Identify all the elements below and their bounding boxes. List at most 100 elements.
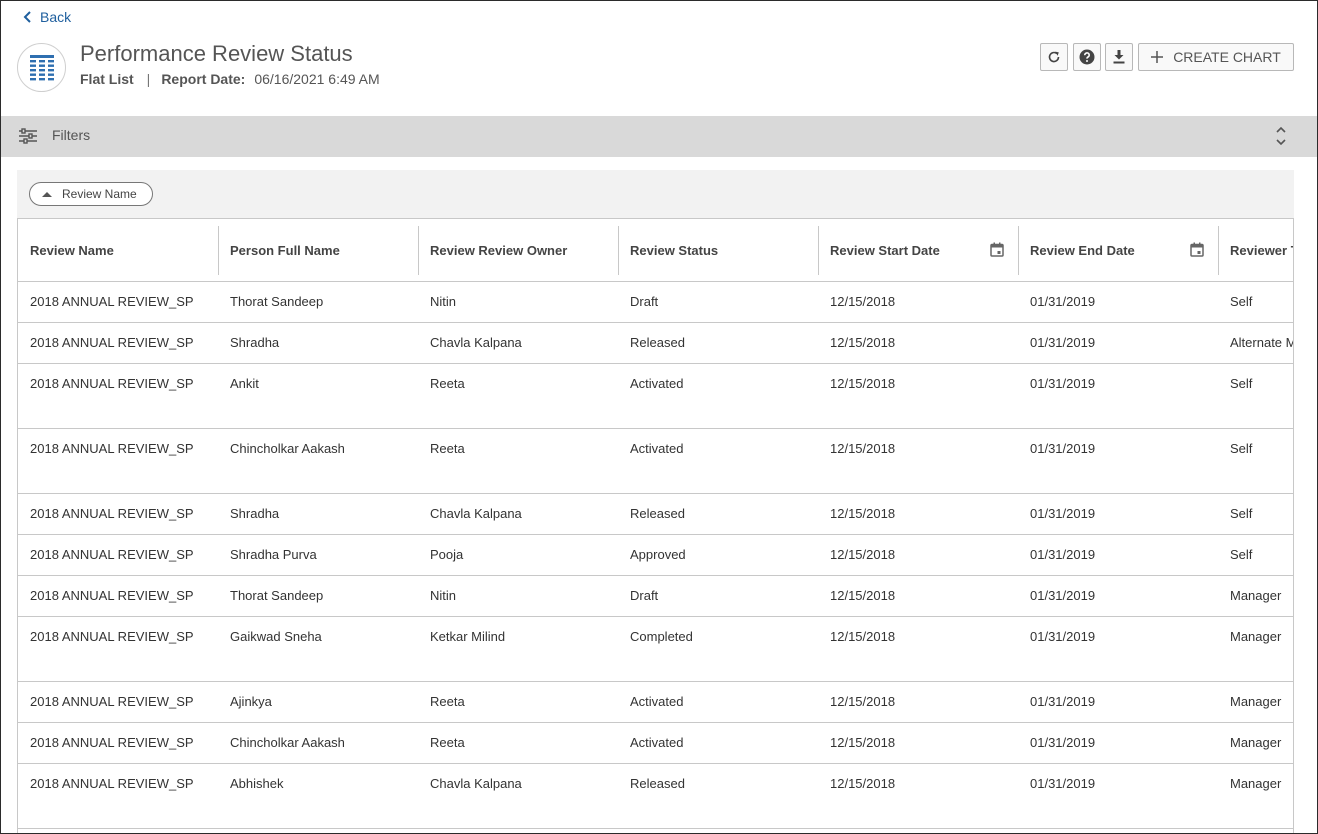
column-header[interactable]: Person Full Name	[218, 219, 418, 281]
calendar-icon[interactable]	[1190, 242, 1204, 257]
table-cell: 2018 ANNUAL REVIEW_SP	[30, 588, 194, 603]
table-cell: Reeta	[430, 376, 465, 391]
table-row[interactable]: 2018 ANNUAL REVIEW_SP Chincholkar Aakash R…	[18, 723, 1293, 764]
column-header[interactable]: Review End Date	[1018, 219, 1218, 281]
table-cell: 12/15/2018	[830, 735, 896, 750]
table-cell: 01/31/2019	[1030, 629, 1096, 644]
column-header[interactable]: Review Review Owner	[418, 219, 618, 281]
table-cell: 12/15/2018	[830, 335, 896, 350]
table-row[interactable]: 2018 ANNUAL REVIEW_SP Ankit Reeta Activated…	[18, 364, 1293, 429]
column-header[interactable]: Review Name	[18, 219, 218, 281]
calendar-icon[interactable]	[990, 242, 1004, 257]
table-cell: Ketkar Milind	[430, 629, 506, 644]
table-cell: 12/15/2018	[830, 506, 896, 521]
table-row[interactable]: 2018 ANNUAL REVIEW_SP Shradha Purva Pooja A…	[18, 535, 1293, 576]
table-cell: Manager	[1230, 735, 1282, 750]
expand-collapse-icon[interactable]	[1274, 125, 1288, 147]
table-cell: 12/15/2018	[830, 376, 896, 391]
create-chart-button[interactable]: CREATE CHART	[1138, 43, 1294, 71]
filters-label: Filters	[52, 127, 91, 143]
report-date-value: 06/16/2021 6:49 AM	[254, 71, 380, 87]
table-cell: 12/15/2018	[830, 694, 896, 709]
table-cell: 01/31/2019	[1030, 694, 1096, 709]
table-cell: Activated	[630, 441, 684, 456]
plus-icon	[1151, 51, 1164, 63]
column-header[interactable]: Reviewer T	[1218, 219, 1294, 281]
table-cell: Shradha	[230, 506, 280, 521]
table-row[interactable]: 2018 ANNUAL REVIEW_SP Shradha Chavla Kalpa…	[18, 323, 1294, 364]
table-cell: Gaikwad Sneha	[230, 629, 322, 644]
table-cell: Completed	[630, 629, 693, 644]
table-cell: 12/15/2018	[830, 547, 896, 562]
column-header[interactable]: Review Start Date	[818, 219, 1018, 281]
table-cell: 01/31/2019	[1030, 735, 1096, 750]
table-cell: Draft	[630, 588, 659, 603]
table-cell: Activated	[630, 376, 684, 391]
table-cell: Released	[630, 776, 685, 791]
column-header-label: Reviewer T	[1230, 242, 1294, 258]
table-cell: 2018 ANNUAL REVIEW_SP	[30, 335, 194, 350]
table-row[interactable]: 2018 ANNUAL REVIEW_SP Chincholkar Aakash R…	[18, 429, 1293, 494]
table-cell: Nitin	[430, 294, 457, 309]
table-cell: Alternate M	[1230, 335, 1294, 350]
table-cell: 01/31/2019	[1030, 506, 1096, 521]
help-button[interactable]	[1073, 43, 1101, 71]
table-cell: Ajinkya	[230, 694, 272, 709]
sort-chip-label: Review Name	[62, 187, 137, 201]
table-cell: Chavla Kalpana	[430, 335, 522, 350]
table-body: 2018 ANNUAL REVIEW_SP Thorat Sandeep Nitin…	[18, 282, 1294, 829]
table-cell: Activated	[630, 694, 684, 709]
table-cell: 2018 ANNUAL REVIEW_SP	[30, 376, 194, 391]
table-cell: 01/31/2019	[1030, 441, 1096, 456]
column-header-label: Review Status	[630, 242, 719, 258]
download-icon	[1113, 50, 1125, 64]
table-cell: 2018 ANNUAL REVIEW_SP	[30, 776, 194, 791]
table-row[interactable]: 2018 ANNUAL REVIEW_SP Ajinkya Reeta Activat…	[18, 682, 1293, 723]
meta-separator: |	[146, 71, 151, 87]
table-cell: 12/15/2018	[830, 776, 896, 791]
column-header[interactable]: Review Status	[618, 219, 818, 281]
table-cell: 01/31/2019	[1030, 547, 1096, 562]
filters-bar[interactable]: Filters	[1, 116, 1317, 157]
table-cell: 12/15/2018	[830, 294, 896, 309]
table-cell: 01/31/2019	[1030, 335, 1096, 350]
sort-chip-review-name[interactable]: Review Name	[29, 182, 153, 206]
back-link[interactable]: Back	[23, 7, 71, 27]
table-cell: 2018 ANNUAL REVIEW_SP	[30, 506, 194, 521]
table-cell: Chavla Kalpana	[430, 776, 522, 791]
table-cell: Thorat Sandeep	[230, 294, 324, 309]
report-meta: Flat List | Report Date: 06/16/2021 6:49…	[80, 71, 380, 87]
table-cell: Shradha	[230, 335, 280, 350]
table-cell: Reeta	[430, 735, 465, 750]
sort-area: Review Name	[17, 170, 1294, 218]
table-cell: Manager	[1230, 588, 1282, 603]
table-row[interactable]: 2018 ANNUAL REVIEW_SP Thorat Sandeep Nitin…	[18, 576, 1293, 617]
table-cell: 12/15/2018	[830, 441, 896, 456]
table-cell: Reeta	[430, 694, 465, 709]
table-row[interactable]: 2018 ANNUAL REVIEW_SP Thorat Sandeep Nitin…	[18, 282, 1293, 323]
table-row[interactable]: 2018 ANNUAL REVIEW_SP Gaikwad Sneha Ketkar…	[18, 617, 1293, 682]
table-cell: Approved	[630, 547, 686, 562]
column-header-label: Review End Date	[1030, 242, 1135, 258]
table-cell: Chincholkar Aakash	[230, 441, 345, 456]
sliders-icon	[19, 128, 37, 144]
column-header-label: Review Name	[30, 242, 114, 258]
create-chart-label: CREATE CHART	[1173, 49, 1281, 65]
table-cell: 12/15/2018	[830, 588, 896, 603]
table-cell: Released	[630, 506, 685, 521]
table-cell: 2018 ANNUAL REVIEW_SP	[30, 547, 194, 562]
download-button[interactable]	[1105, 43, 1133, 71]
table-row[interactable]: 2018 ANNUAL REVIEW_SP Shradha Chavla Kalpa…	[18, 494, 1293, 535]
refresh-button[interactable]	[1040, 43, 1068, 71]
table-cell: Thorat Sandeep	[230, 588, 324, 603]
table-cell: Self	[1230, 294, 1253, 309]
table-cell: Chincholkar Aakash	[230, 735, 345, 750]
help-icon	[1079, 49, 1095, 65]
table-row[interactable]: 2018 ANNUAL REVIEW_SP Abhishek Chavla Kalp…	[18, 764, 1293, 829]
table-cell: 2018 ANNUAL REVIEW_SP	[30, 735, 194, 750]
report-table[interactable]: Review Name Person Full Name Review Revi…	[17, 218, 1294, 833]
table-cell: Self	[1230, 376, 1253, 391]
table-cell: Activated	[630, 735, 684, 750]
table-cell: 2018 ANNUAL REVIEW_SP	[30, 441, 194, 456]
table-cell: 12/15/2018	[830, 629, 896, 644]
